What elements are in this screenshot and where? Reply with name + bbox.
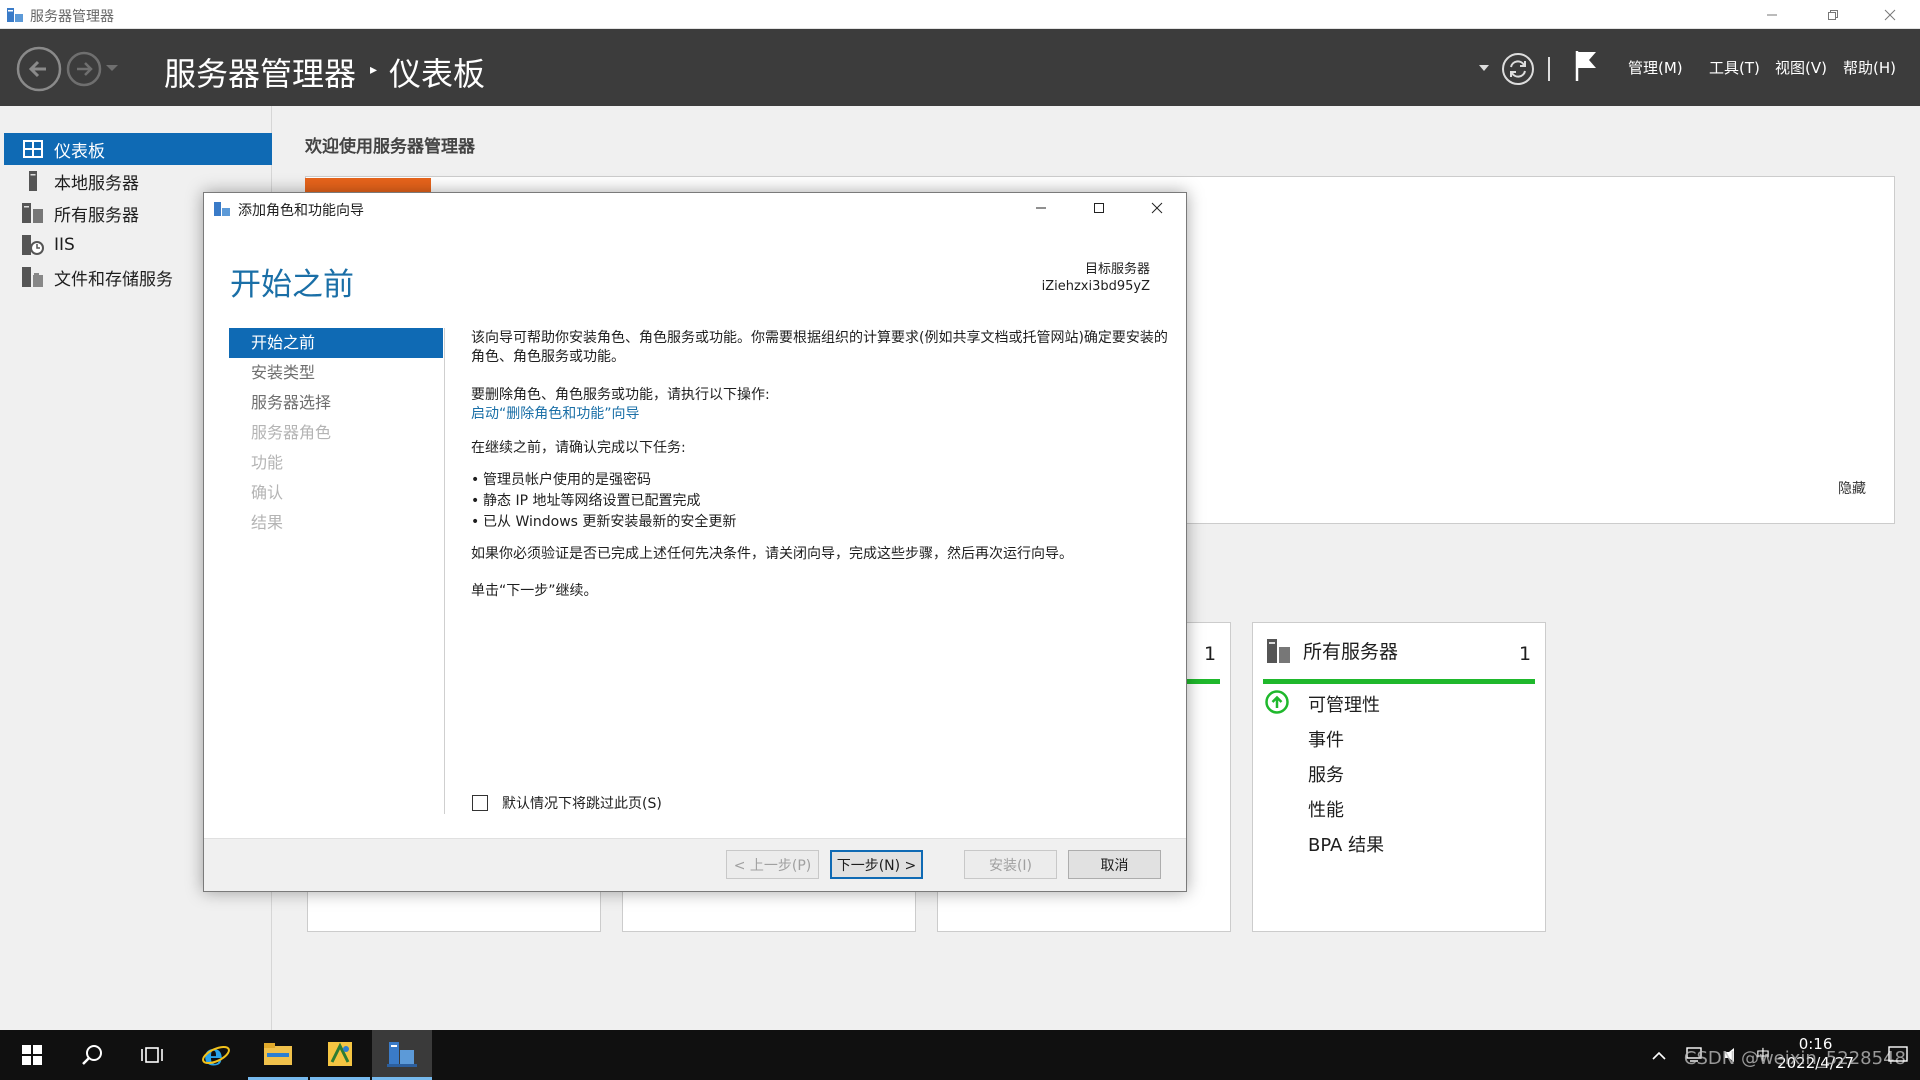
dialog-footer: < 上一步(P) 下一步(N) > 安装(I) 取消 [204,838,1186,891]
status-ok-icon [1265,690,1289,714]
wizard-steps: 开始之前 安装类型 服务器选择 服务器角色 功能 确认 结果 [229,328,443,538]
step-server-roles: 服务器角色 [251,423,332,442]
server-manager-taskbar-icon[interactable] [372,1030,432,1080]
tile-row-services[interactable]: 服务 [1308,761,1344,787]
steps-divider [444,328,445,814]
tile-status-line [1263,679,1535,684]
dialog-maximize-button[interactable] [1070,193,1128,223]
nav-item-label: 本地服务器 [54,173,139,194]
step-confirmation: 确认 [251,483,284,502]
tile-count: 1 [1204,643,1217,665]
dashboard-icon [22,138,44,160]
tile-header: 所有服务器 [1267,637,1398,664]
continue-paragraph: 单击“下一步”继续。 [471,583,598,599]
target-server-label: 目标服务器 [1084,262,1150,277]
quick-start-tab[interactable] [305,178,431,192]
remove-roles-wizard-link[interactable]: 启动“删除角色和功能”向导 [471,405,1171,424]
previous-button[interactable]: < 上一步(P) [726,850,819,879]
forward-button[interactable] [66,51,102,87]
cancel-button[interactable]: 取消 [1068,850,1161,879]
target-server-info: 目标服务器 iZiehzxi3bd95yZ [1042,261,1150,295]
tile-count: 1 [1519,643,1532,665]
prereq-item: 已从 Windows 更新安装最新的安全更新 [471,512,1171,533]
back-button[interactable] [16,46,62,92]
all-servers-icon [22,202,44,224]
menu-tools[interactable]: 工具(T) [1709,57,1760,78]
wizard-body: 该向导可帮助你安装角色、角色服务或功能。你需要根据组织的计算要求(例如共享文档或… [471,329,1171,601]
verify-paragraph: 如果你必须验证是否已完成上述任何先决条件，请关闭向导，完成这些步骤，然后再次运行… [471,546,1073,562]
file-explorer-icon[interactable] [248,1030,308,1080]
tile-row-bpa-results[interactable]: BPA 结果 [1308,831,1384,857]
step-results: 结果 [251,513,284,532]
step-installation-type[interactable]: 安装类型 [229,358,443,388]
prereq-item: 静态 IP 地址等网络设置已配置完成 [471,491,1171,512]
tile-title: 所有服务器 [1303,641,1399,663]
breadcrumb-separator: ▸ [370,62,378,78]
skip-page-option[interactable]: 默认情况下将跳过此页(S) [472,793,662,813]
add-roles-wizard-dialog: 添加角色和功能向导 开始之前 目标服务器 iZiehzxi3bd95yZ 开始之… [203,192,1187,892]
start-button[interactable] [2,1030,62,1080]
refresh-dropdown-icon[interactable] [1479,65,1489,72]
tile-row-events[interactable]: 事件 [1308,726,1344,752]
show-hidden-icons-chevron-icon[interactable] [1652,1051,1666,1060]
server-manager-window: 服务器管理器 服务器管理器 ▸ 仪表板 管理(M) 工具(T) 视图(V) 帮助… [0,0,1920,1030]
watermark: CSDN @weixin_5228548 [1683,1048,1906,1069]
nav-item-label: 仪表板 [54,141,105,162]
target-server-name: iZiehzxi3bd95yZ [1041,279,1150,294]
close-button[interactable] [1867,0,1913,29]
dialog-minimize-button[interactable] [1012,193,1070,223]
minimize-button[interactable] [1749,0,1795,29]
tile-all-servers[interactable]: 所有服务器 1 可管理性 事件 服务 性能 BPA 结果 [1252,622,1546,932]
step-features: 功能 [251,453,284,472]
dialog-close-button[interactable] [1128,193,1186,223]
taskbar: e 中 0:16 2022/4/27 CSDN @weixin_5228548 [0,1030,1920,1080]
install-button[interactable]: 安装(I) [964,850,1057,879]
intro-paragraph: 该向导可帮助你安装角色、角色服务或功能。你需要根据组织的计算要求(例如共享文档或… [471,330,1168,365]
skip-page-label: 默认情况下将跳过此页(S) [502,796,662,812]
prereq-paragraph: 在继续之前，请确认完成以下任务: [471,440,686,456]
file-storage-icon [22,266,44,288]
menu-manage[interactable]: 管理(M) [1628,57,1683,78]
menu-help[interactable]: 帮助(H) [1843,57,1896,78]
search-icon[interactable] [62,1030,122,1080]
nav-item-label: 所有服务器 [54,205,139,226]
nav-item-dashboard[interactable]: 仪表板 [4,133,272,165]
window-title: 服务器管理器 [30,9,114,25]
breadcrumb: 服务器管理器 ▸ 仪表板 [164,49,485,95]
internet-explorer-icon[interactable]: e [186,1030,246,1080]
notification-center-icon[interactable] [1888,1045,1908,1065]
wizard-app-icon [213,200,231,218]
task-view-icon[interactable] [122,1030,182,1080]
hide-link[interactable]: 隐藏 [1838,478,1866,498]
refresh-icon[interactable] [1501,52,1535,86]
nav-item-label: 文件和存储服务 [54,269,173,290]
step-server-selection[interactable]: 服务器选择 [229,388,443,418]
all-servers-icon [1267,638,1291,663]
wizard-page-heading: 开始之前 [230,267,354,303]
local-server-icon [22,170,44,192]
nav-item-label: IIS [54,235,75,255]
history-dropdown-icon[interactable] [106,65,118,73]
restore-button[interactable] [1810,0,1856,29]
breadcrumb-root[interactable]: 服务器管理器 [164,49,356,95]
tile-row-performance[interactable]: 性能 [1308,796,1344,822]
notifications-flag-icon[interactable] [1574,49,1598,83]
dialog-title-bar: 添加角色和功能向导 [204,193,1186,223]
tile-row-manageability[interactable]: 可管理性 [1308,691,1380,717]
server-manager-app-icon [6,6,24,24]
menu-view[interactable]: 视图(V) [1775,57,1827,78]
toolbar-divider [1548,57,1550,81]
skip-page-checkbox[interactable] [472,795,488,811]
prereq-item: 管理员帐户使用的是强密码 [471,470,1171,491]
breadcrumb-page: 仪表板 [389,55,486,93]
app-icon[interactable] [310,1030,370,1080]
dialog-title: 添加角色和功能向导 [238,203,364,219]
toolbar: 服务器管理器 ▸ 仪表板 管理(M) 工具(T) 视图(V) 帮助(H) [0,29,1920,106]
remove-paragraph: 要删除角色、角色服务或功能，请执行以下操作: [471,387,770,403]
title-bar: 服务器管理器 [0,0,1920,29]
next-button[interactable]: 下一步(N) > [830,850,923,879]
iis-icon [22,234,44,256]
step-before-you-begin[interactable]: 开始之前 [229,328,443,358]
welcome-heading: 欢迎使用服务器管理器 [305,137,475,157]
